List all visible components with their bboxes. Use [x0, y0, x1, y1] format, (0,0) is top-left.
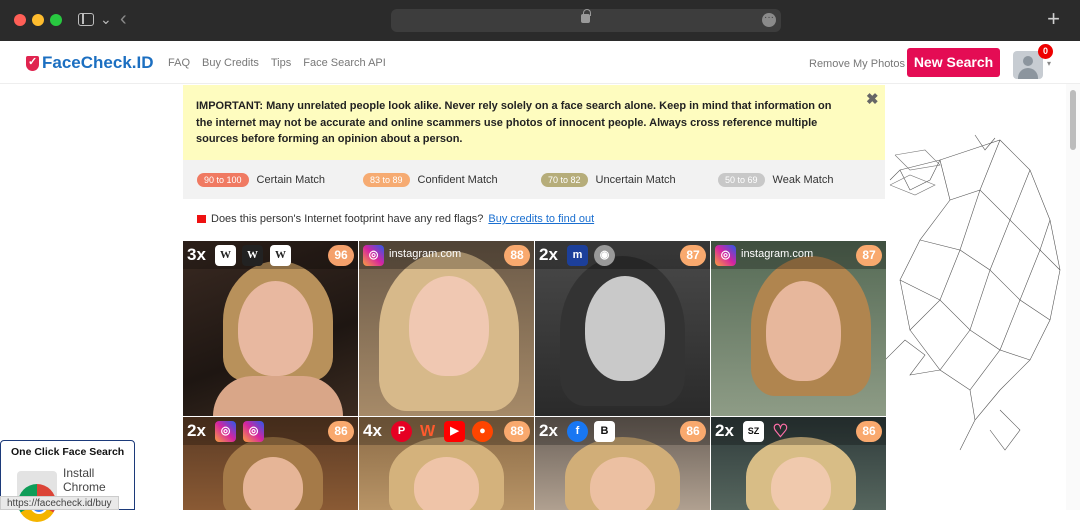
match-score: 86: [328, 421, 354, 442]
match-score: 96: [328, 245, 354, 266]
match-score: 87: [680, 245, 706, 266]
nav-tips[interactable]: Tips: [271, 57, 291, 69]
scrollbar-thumb[interactable]: [1070, 90, 1076, 150]
nav-face-search-api[interactable]: Face Search API: [303, 57, 386, 69]
lock-icon: [581, 9, 591, 23]
legend-confident: 83 to 89 Confident Match: [363, 173, 498, 187]
legend-label: Certain Match: [256, 174, 326, 186]
new-search-button[interactable]: New Search: [907, 48, 1000, 77]
result-tile[interactable]: 2x f B 86: [535, 417, 710, 510]
browser-toolbar: ⌄ ‹ ··· +: [0, 0, 1080, 41]
results-grid: 3x W W W 96 ◎ instagram.com 88 2x m ◉ 87: [183, 241, 886, 510]
install-chrome-button[interactable]: Install Chrome: [63, 466, 123, 494]
wattpad-icon[interactable]: W: [417, 421, 438, 442]
legend-certain: 90 to 100 Certain Match: [197, 173, 325, 187]
legend-pill: 90 to 100: [197, 173, 249, 187]
instagram-icon[interactable]: ◎: [215, 421, 236, 442]
red-flag-icon: [197, 215, 206, 223]
back-arrow-icon[interactable]: ‹: [120, 8, 127, 31]
remove-my-photos-link[interactable]: Remove My Photos: [809, 58, 905, 70]
logo-text: FaceCheck.ID: [42, 53, 154, 72]
decorative-mesh: [884, 134, 1061, 451]
reddit-icon[interactable]: ●: [472, 421, 493, 442]
match-count: 2x: [187, 421, 206, 440]
result-tile[interactable]: 2x m ◉ 87: [535, 241, 710, 416]
nav-buy-credits[interactable]: Buy Credits: [202, 57, 259, 69]
legend-label: Uncertain Match: [595, 174, 676, 186]
facebook-icon[interactable]: f: [567, 421, 588, 442]
main-nav: FAQ Buy Credits Tips Face Search API: [168, 57, 386, 69]
instagram-icon[interactable]: ◎: [363, 245, 384, 266]
legend-pill: 70 to 82: [541, 173, 588, 187]
instagram-icon[interactable]: ◎: [715, 245, 736, 266]
youtube-icon[interactable]: ▶: [444, 421, 465, 442]
result-tile[interactable]: 3x W W W 96: [183, 241, 358, 416]
result-tile[interactable]: 2x ◎ ◎ 86: [183, 417, 358, 510]
match-count: 3x: [187, 245, 206, 264]
red-flag-prompt: Does this person's Internet footprint ha…: [197, 213, 594, 225]
site-header: FaceCheck.ID FAQ Buy Credits Tips Face S…: [0, 41, 1080, 84]
new-tab-button[interactable]: +: [1047, 6, 1060, 32]
source-label[interactable]: instagram.com: [741, 248, 813, 260]
shield-check-icon: [26, 55, 39, 71]
site-logo[interactable]: FaceCheck.ID: [26, 53, 154, 73]
match-score: 86: [856, 421, 882, 442]
result-tile[interactable]: 2x SZ ♡ 86: [711, 417, 886, 510]
wikipedia-icon[interactable]: W: [270, 245, 291, 266]
match-score: 87: [856, 245, 882, 266]
status-url: https://facecheck.id/buy: [0, 496, 119, 510]
legend-weak: 50 to 69 Weak Match: [718, 173, 833, 187]
close-icon[interactable]: ✖: [866, 90, 879, 108]
address-bar[interactable]: ···: [391, 9, 781, 32]
sidebar-toggle-icon[interactable]: [78, 13, 94, 26]
match-legend: 90 to 100 Certain Match 83 to 89 Confide…: [183, 160, 885, 199]
match-score: 88: [504, 421, 530, 442]
chevron-down-icon[interactable]: ⌄: [100, 11, 112, 28]
red-flag-question: Does this person's Internet footprint ha…: [211, 213, 484, 225]
medium-icon[interactable]: m: [567, 245, 588, 266]
match-count: 2x: [539, 421, 558, 440]
warning-banner: IMPORTANT: Many unrelated people look al…: [183, 85, 885, 160]
zoom-window-button[interactable]: [50, 14, 62, 26]
caret-down-icon[interactable]: ▾: [1047, 59, 1051, 68]
globe-icon[interactable]: ◉: [594, 245, 615, 266]
buy-credits-link[interactable]: Buy credits to find out: [488, 213, 594, 225]
match-score: 88: [504, 245, 530, 266]
legend-label: Weak Match: [772, 174, 834, 186]
source-label[interactable]: instagram.com: [389, 248, 461, 260]
match-count: 4x: [363, 421, 382, 440]
warning-text: IMPORTANT: Many unrelated people look al…: [196, 100, 832, 145]
result-tile[interactable]: ◎ instagram.com 88: [359, 241, 534, 416]
close-window-button[interactable]: [14, 14, 26, 26]
pinterest-icon[interactable]: P: [391, 421, 412, 442]
sz-icon[interactable]: SZ: [743, 421, 764, 442]
wikipedia-icon[interactable]: W: [242, 245, 263, 266]
wikipedia-icon[interactable]: W: [215, 245, 236, 266]
more-options-icon[interactable]: ···: [762, 13, 776, 27]
legend-uncertain: 70 to 82 Uncertain Match: [541, 173, 676, 187]
legend-pill: 50 to 69: [718, 173, 765, 187]
match-count: 2x: [539, 245, 558, 264]
match-score: 86: [680, 421, 706, 442]
nav-faq[interactable]: FAQ: [168, 57, 190, 69]
instagram-icon[interactable]: ◎: [243, 421, 264, 442]
extension-title: One Click Face Search: [11, 446, 125, 458]
legend-pill: 83 to 89: [363, 173, 410, 187]
page-scrollbar[interactable]: [1066, 84, 1080, 510]
match-count: 2x: [715, 421, 734, 440]
minimize-window-button[interactable]: [32, 14, 44, 26]
legend-label: Confident Match: [417, 174, 498, 186]
result-tile[interactable]: 4x P W ▶ ● 88: [359, 417, 534, 510]
bandcamp-icon[interactable]: B: [594, 421, 615, 442]
result-tile[interactable]: ◎ instagram.com 87: [711, 241, 886, 416]
notification-badge: 0: [1038, 44, 1053, 59]
heart-icon[interactable]: ♡: [770, 421, 791, 442]
